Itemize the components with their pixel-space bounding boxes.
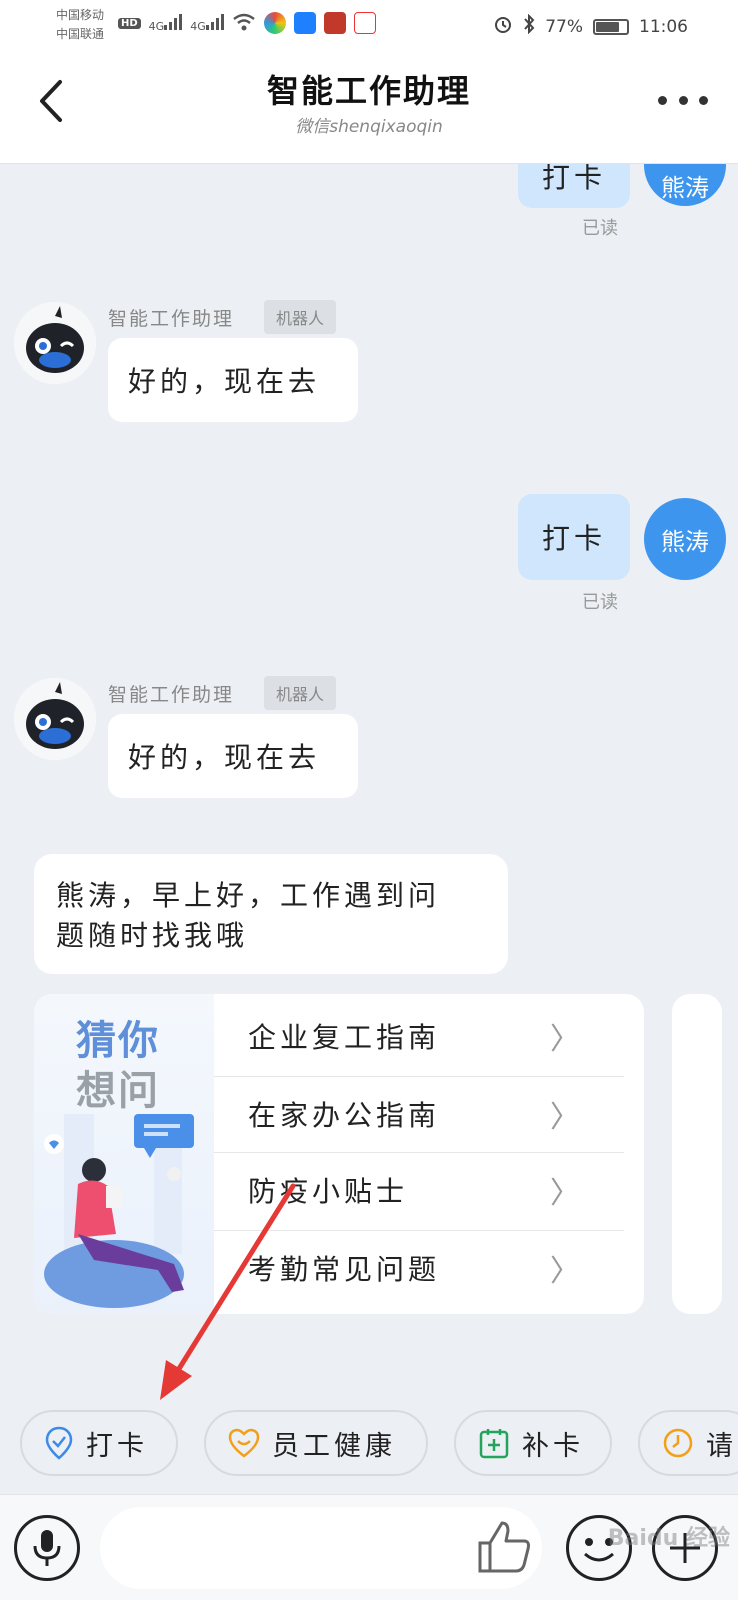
location-check-icon bbox=[45, 1426, 73, 1460]
quick-reply-makeup-clock[interactable]: 补卡 bbox=[454, 1410, 612, 1476]
page-subtitle: 微信shenqixaoqin bbox=[295, 117, 443, 137]
read-receipt: 已读 bbox=[582, 218, 618, 239]
robot-avatar-icon bbox=[14, 302, 96, 384]
chat-area[interactable]: 打卡 熊涛 已读 智能工作助理 机器人 好的，现在去 打卡 熊涛 已读 智能工作… bbox=[0, 164, 738, 1494]
avatar-label: 熊涛 bbox=[661, 527, 709, 556]
chat-header: 智能工作助理 微信shenqixaoqin bbox=[0, 52, 738, 164]
question-item[interactable]: 企业复工指南 〉 bbox=[214, 998, 624, 1074]
carrier-1: 中国移动 bbox=[56, 8, 105, 22]
more-dot-icon bbox=[678, 95, 688, 105]
chevron-right-icon: 〉 bbox=[550, 1100, 584, 1135]
read-receipt: 已读 bbox=[582, 592, 618, 613]
like-button[interactable] bbox=[474, 1517, 534, 1577]
guess-questions-card: 猜你 想问 企业复工指南 〉 在家办公指南 〉 防疫小贴士 〉 考勤常见问题 〉 bbox=[34, 994, 644, 1314]
quick-reply-clock-in[interactable]: 打卡 bbox=[20, 1410, 178, 1476]
plus-icon bbox=[670, 1533, 700, 1563]
greeting-line-1: 熊涛，早上好，工作遇到问 bbox=[56, 879, 441, 912]
message-text: 打卡 bbox=[541, 164, 606, 194]
avatar-label: 熊涛 bbox=[661, 173, 709, 202]
quick-reply-bar: 打卡 员工健康 补卡 请 bbox=[0, 1410, 738, 1478]
thumbs-up-icon bbox=[478, 1521, 530, 1573]
chip-label: 打卡 bbox=[86, 1430, 148, 1462]
chevron-right-icon: 〉 bbox=[550, 1254, 584, 1289]
bot-avatar[interactable] bbox=[14, 302, 96, 384]
bot-name: 智能工作助理 bbox=[108, 308, 235, 330]
calendar-plus-icon bbox=[479, 1429, 509, 1459]
bluetooth-icon bbox=[523, 13, 535, 39]
message-text: 好的，现在去 bbox=[128, 741, 321, 774]
battery-percent: 77% bbox=[545, 16, 583, 37]
alarm-icon bbox=[493, 14, 513, 39]
status-icons-right: 77% 11:06 bbox=[493, 13, 688, 39]
signal-2-icon: 4G bbox=[190, 13, 224, 33]
outgoing-message[interactable]: 打卡 bbox=[518, 494, 630, 580]
battery-icon bbox=[593, 18, 629, 35]
cctv-icon bbox=[323, 12, 346, 34]
greeting-line-2: 题随时找我哦 bbox=[56, 919, 249, 952]
message-text: 好的，现在去 bbox=[128, 365, 321, 398]
annotation-arrow-icon bbox=[160, 1183, 296, 1400]
bot-badge: 机器人 bbox=[264, 300, 337, 334]
incoming-message[interactable]: 好的，现在去 bbox=[108, 338, 358, 422]
robot-avatar-icon bbox=[14, 678, 96, 760]
chevron-right-icon: 〉 bbox=[550, 1022, 584, 1057]
more-button[interactable] bbox=[658, 92, 708, 108]
status-bar: 中国移动 中国联通 HD 4G 4G 77% 11:06 bbox=[0, 0, 738, 52]
question-label: 在家办公指南 bbox=[248, 1099, 441, 1132]
user-avatar[interactable]: 熊涛 bbox=[644, 164, 726, 206]
hd-badge: HD bbox=[118, 17, 141, 29]
carrier-2: 中国联通 bbox=[56, 27, 105, 41]
user-avatar[interactable]: 熊涛 bbox=[644, 498, 726, 580]
microphone-icon bbox=[33, 1530, 61, 1566]
greeting-message[interactable]: 熊涛，早上好，工作遇到问 题随时找我哦 bbox=[34, 854, 508, 974]
app-icon-colorful bbox=[263, 12, 286, 34]
emoji-icon bbox=[584, 1538, 614, 1562]
page-title: 智能工作助理 bbox=[266, 72, 471, 110]
signal-1-icon: 4G bbox=[149, 13, 183, 33]
chip-label: 补卡 bbox=[522, 1430, 584, 1462]
bot-name: 智能工作助理 bbox=[108, 684, 235, 706]
message-text: 打卡 bbox=[541, 522, 606, 555]
more-actions-button[interactable] bbox=[652, 1515, 718, 1581]
clock-time: 11:06 bbox=[639, 16, 688, 37]
wifi-icon bbox=[232, 13, 256, 34]
chip-label: 请 bbox=[706, 1430, 737, 1462]
sina-icon bbox=[353, 12, 376, 34]
input-bar bbox=[0, 1494, 738, 1600]
emoji-button[interactable] bbox=[566, 1515, 632, 1581]
more-dot-icon bbox=[658, 95, 667, 105]
card-title-line-2: 想问 bbox=[76, 1068, 160, 1114]
question-label: 企业复工指南 bbox=[248, 1021, 441, 1054]
zhihu-icon bbox=[293, 12, 316, 34]
carrier-labels: 中国移动 中国联通 bbox=[56, 6, 104, 44]
question-item[interactable]: 在家办公指南 〉 bbox=[214, 1076, 624, 1152]
more-dot-icon bbox=[699, 95, 708, 105]
heart-smile-icon bbox=[228, 1428, 260, 1458]
outgoing-message[interactable]: 打卡 bbox=[518, 164, 630, 208]
bot-avatar[interactable] bbox=[14, 678, 96, 760]
chevron-right-icon: 〉 bbox=[550, 1176, 584, 1211]
bot-badge: 机器人 bbox=[264, 676, 337, 710]
voice-button[interactable] bbox=[14, 1515, 80, 1581]
incoming-message[interactable]: 好的，现在去 bbox=[108, 714, 358, 798]
quick-reply-leave[interactable]: 请 bbox=[638, 1410, 738, 1476]
next-card-peek[interactable] bbox=[672, 994, 722, 1314]
chip-label: 员工健康 bbox=[272, 1430, 396, 1462]
quick-reply-employee-health[interactable]: 员工健康 bbox=[204, 1410, 428, 1476]
status-icons-left: HD 4G 4G bbox=[118, 12, 376, 34]
clock-icon bbox=[663, 1428, 693, 1458]
